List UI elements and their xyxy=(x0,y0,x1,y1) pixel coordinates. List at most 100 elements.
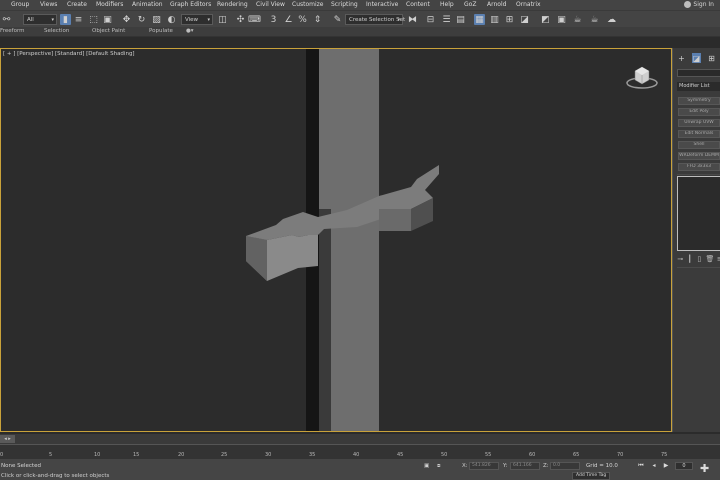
curve-editor-icon[interactable]: ▥ xyxy=(489,14,500,25)
menu-help[interactable]: Help xyxy=(440,1,454,8)
object-name-field[interactable] xyxy=(677,69,720,77)
menu-animation[interactable]: Animation xyxy=(132,1,163,8)
menu-create[interactable]: Create xyxy=(67,1,87,8)
tick-label: 10 xyxy=(94,452,101,458)
rectangular-selection-icon[interactable]: ⬚ xyxy=(88,14,99,25)
select-object-icon[interactable]: ▮ xyxy=(60,14,71,25)
scale-icon[interactable]: ▨ xyxy=(151,14,162,25)
perspective-viewport[interactable]: [ + ] [Perspective] [Standard] [Default … xyxy=(0,48,672,432)
move-icon[interactable]: ✥ xyxy=(121,14,132,25)
x-coordinate-field[interactable]: 541.826 xyxy=(469,462,499,470)
scene-explorer-icon[interactable]: ☰ xyxy=(441,14,452,25)
schematic-view-icon[interactable]: ⊞ xyxy=(504,14,515,25)
menu-civil-view[interactable]: Civil View xyxy=(256,1,285,8)
menu-content[interactable]: Content xyxy=(406,1,430,8)
viewport-label[interactable]: [ + ] [Perspective] [Standard] [Default … xyxy=(3,51,135,57)
link-icon[interactable]: ⚯ xyxy=(1,14,12,25)
selection-filter-value: All xyxy=(27,17,34,23)
viewcube-icon[interactable] xyxy=(625,63,659,91)
y-coordinate-field[interactable]: 641.166 xyxy=(510,462,540,470)
post-shadow-edge xyxy=(319,209,331,431)
tick-label: 0 xyxy=(0,452,4,458)
modifier-button-unwrap-uvw[interactable]: Unwrap UVW xyxy=(678,119,720,127)
rendered-frame-window-icon[interactable]: ▣ xyxy=(556,14,567,25)
menu-group[interactable]: Group xyxy=(11,1,29,8)
tick-label: 40 xyxy=(353,452,360,458)
edit-named-selection-icon[interactable]: ✎ xyxy=(332,14,343,25)
menu-scripting[interactable]: Scripting xyxy=(331,1,358,8)
render-in-cloud-icon[interactable]: ☁ xyxy=(606,14,617,25)
modifier-list-dropdown[interactable]: Modifier List xyxy=(677,82,720,91)
time-slider-thumb[interactable]: ◂ ▸ xyxy=(0,435,15,443)
add-time-tag-button[interactable]: Add Time Tag xyxy=(572,472,611,480)
time-slider[interactable]: ◂ ▸ xyxy=(0,434,720,444)
mirror-icon[interactable]: ⧓ xyxy=(407,14,418,25)
menu-ornatrix[interactable]: Ornatrix xyxy=(516,1,541,8)
transform-type-icon[interactable]: ⧈ xyxy=(437,463,441,470)
play-icon[interactable]: ▶ xyxy=(662,462,670,470)
viewport-scene xyxy=(246,49,439,431)
menu-views[interactable]: Views xyxy=(40,1,57,8)
configure-modifier-sets-icon[interactable]: ≡ xyxy=(717,255,720,263)
reference-coordinate-dropdown[interactable]: View ▾ xyxy=(181,14,213,25)
modifier-button-symmetry[interactable]: Symmetry xyxy=(678,97,720,105)
modifier-button-wrdeform[interactable]: WRDeform DEMM xyxy=(678,152,720,160)
pivot-center-icon[interactable]: ◫ xyxy=(217,14,228,25)
track-bar[interactable] xyxy=(0,444,720,459)
modifier-button-edit-poly[interactable]: Edit Poly xyxy=(678,108,720,116)
percent-snap-icon[interactable]: % xyxy=(297,14,308,25)
align-icon[interactable]: ⊟ xyxy=(425,14,436,25)
ribbon-tab-freeform[interactable]: Freeform xyxy=(0,28,25,34)
menu-interactive[interactable]: Interactive xyxy=(366,1,398,8)
menu-rendering[interactable]: Rendering xyxy=(217,1,248,8)
ribbon-options-icon[interactable]: ●▾ xyxy=(186,28,194,34)
divider xyxy=(677,174,720,175)
menu-modifiers[interactable]: Modifiers xyxy=(96,1,123,8)
named-selection-dropdown[interactable]: Create Selection Set ▾ xyxy=(345,14,405,25)
tick-label: 25 xyxy=(221,452,228,458)
keyboard-shortcut-icon[interactable]: ⌨ xyxy=(248,14,261,25)
pin-stack-icon[interactable]: ⊸ xyxy=(677,255,684,263)
toggle-ribbon-icon[interactable]: ▦ xyxy=(474,14,485,25)
remove-modifier-icon[interactable]: 🗑 xyxy=(706,255,715,263)
render-production-icon[interactable]: ☕ xyxy=(572,14,583,25)
menu-graph-editors[interactable]: Graph Editors xyxy=(170,1,211,8)
menu-arnold[interactable]: Arnold xyxy=(487,1,506,8)
snaps-toggle-icon[interactable]: 3 xyxy=(268,14,279,25)
modify-tab-icon[interactable]: ◪ xyxy=(692,53,701,63)
current-frame-field[interactable]: 0 xyxy=(675,462,693,470)
modifier-button-shell[interactable]: Shell xyxy=(678,141,720,149)
ribbon-tab-object-paint[interactable]: Object Paint xyxy=(92,28,125,34)
modifier-button-edit-normals[interactable]: Edit Normals xyxy=(678,130,720,138)
sign-in-button[interactable]: Sign In xyxy=(684,0,714,9)
tick-label: 20 xyxy=(178,452,185,458)
selection-lock-icon[interactable]: ▣ xyxy=(424,463,429,469)
place-icon[interactable]: ◐ xyxy=(166,14,177,25)
window-crossing-icon[interactable]: ▣ xyxy=(102,14,113,25)
menu-goz[interactable]: GoZ xyxy=(464,1,476,8)
hierarchy-tab-icon[interactable]: ⊞ xyxy=(707,53,716,63)
make-unique-icon[interactable]: ▯ xyxy=(696,255,703,263)
layer-explorer-icon[interactable]: ▤ xyxy=(455,14,466,25)
create-tab-icon[interactable]: + xyxy=(677,53,686,63)
selection-status: None Selected xyxy=(1,463,41,469)
manipulate-icon[interactable]: ✣ xyxy=(235,14,246,25)
material-editor-icon[interactable]: ◪ xyxy=(519,14,530,25)
menu-customize[interactable]: Customize xyxy=(292,1,324,8)
angle-snap-icon[interactable]: ∠ xyxy=(283,14,294,25)
modifier-button-ffd[interactable]: FFD 3x3x3 xyxy=(678,163,720,171)
previous-frame-icon[interactable]: ◂ xyxy=(650,462,658,470)
ribbon-tab-selection[interactable]: Selection xyxy=(44,28,69,34)
render-iterative-icon[interactable]: ☕ xyxy=(589,14,600,25)
show-end-result-icon[interactable]: ┃ xyxy=(687,255,694,263)
modifier-stack[interactable] xyxy=(677,176,720,251)
selection-filter-dropdown[interactable]: All ▾ xyxy=(23,14,57,25)
go-to-start-icon[interactable]: ⏮ xyxy=(637,462,645,470)
z-coordinate-field[interactable]: 0.0 xyxy=(550,462,580,470)
spinner-snap-icon[interactable]: ⇕ xyxy=(312,14,323,25)
ribbon-tab-populate[interactable]: Populate xyxy=(149,28,173,34)
rotate-icon[interactable]: ↻ xyxy=(136,14,147,25)
render-setup-icon[interactable]: ◩ xyxy=(540,14,551,25)
select-by-name-icon[interactable]: ≡ xyxy=(73,14,84,25)
viewport-navigation-icon[interactable]: ✚ xyxy=(700,462,709,475)
